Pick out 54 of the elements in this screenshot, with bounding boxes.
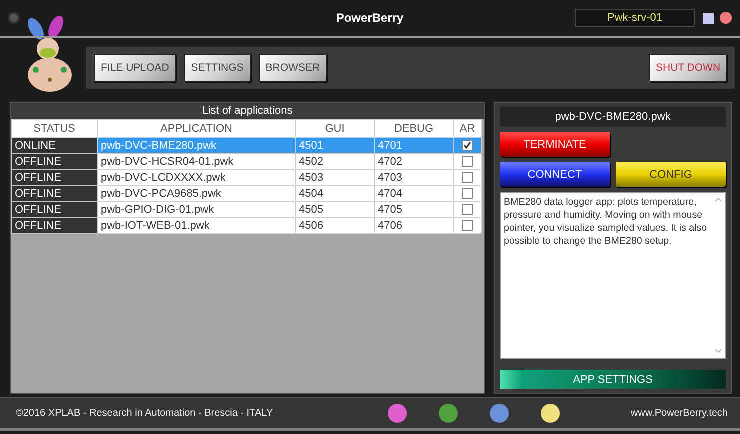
panel-title: List of applications (202, 105, 293, 117)
window-dot-icon (8, 12, 20, 24)
column-header: DEBUG (374, 120, 454, 138)
debug-port-cell: 4706 (374, 218, 454, 234)
action-button[interactable]: CONNECT (500, 162, 610, 187)
checkbox[interactable] (462, 220, 473, 232)
window-title: PowerBerry (336, 11, 404, 25)
status-cell: OFFLINE (12, 170, 98, 186)
column-header: STATUS (12, 120, 98, 138)
debug-port-cell: 4704 (374, 186, 454, 202)
application-cell[interactable]: pwb-DVC-HCSR04-01.pwk (98, 154, 296, 170)
application-cell[interactable]: pwb-DVC-LCDXXXX.pwk (98, 170, 296, 186)
shut-down-button[interactable]: SHUT DOWN (649, 54, 727, 82)
gui-port-cell: 4506 (296, 218, 374, 234)
gui-port-cell: 4502 (296, 154, 374, 170)
checkbox[interactable] (462, 204, 473, 216)
debug-port-cell: 4701 (374, 138, 454, 154)
gui-port-cell: 4505 (296, 202, 374, 218)
column-header: GUI (296, 120, 374, 138)
debug-port-cell: 4703 (374, 170, 454, 186)
status-cell: OFFLINE (12, 202, 98, 218)
status-cell: OFFLINE (12, 186, 98, 202)
checkbox[interactable] (462, 140, 473, 152)
selected-filename: pwb-DVC-BME280.pwk (500, 107, 726, 127)
scroll-up-icon[interactable] (714, 198, 722, 202)
debug-port-cell: 4705 (374, 202, 454, 218)
checkbox[interactable] (462, 188, 473, 200)
gui-port-cell: 4504 (296, 186, 374, 202)
description-box[interactable]: BME280 data logger app: plots temperature, pressure and humidity. Moving on with mouse pointer, you visualize sampled values. It is also possible to change the BME280 setup. (500, 192, 726, 359)
action-button[interactable]: CONFIG (616, 162, 726, 187)
gui-port-cell: 4501 (296, 138, 374, 154)
status-cell: ONLINE (12, 138, 98, 154)
status-cell: OFFLINE (12, 154, 98, 170)
toolbar-button[interactable]: BROWSER (258, 54, 328, 82)
gui-port-cell: 4503 (296, 170, 374, 186)
copyright-text: ©2016 XPLAB - Research in Automation - Brescia - ITALY (16, 408, 274, 418)
checkbox[interactable] (462, 156, 473, 168)
application-cell[interactable]: pwb-DVC-PCA9685.pwk (98, 186, 296, 202)
terminate-button[interactable]: TERMINATE (500, 132, 610, 157)
scroll-down-icon[interactable] (714, 349, 722, 353)
maximize-icon[interactable] (703, 12, 714, 24)
column-header: AR (454, 120, 482, 138)
debug-port-cell: 4702 (374, 154, 454, 170)
application-cell[interactable]: pwb-GPIO-DIG-01.pwk (98, 202, 296, 218)
website-link[interactable]: www.PowerBerry.tech (630, 408, 728, 418)
column-header: APPLICATION (98, 120, 296, 138)
close-icon[interactable] (720, 12, 732, 24)
server-name: Pwk-srv-01 (575, 9, 695, 27)
status-cell: OFFLINE (12, 218, 98, 234)
checkbox[interactable] (462, 172, 473, 184)
application-cell[interactable]: pwb-IOT-WEB-01.pwk (98, 218, 296, 234)
toolbar-button[interactable]: FILE UPLOAD (94, 54, 176, 82)
app-settings-button[interactable]: APP SETTINGS (500, 370, 726, 389)
toolbar-button[interactable]: SETTINGS (184, 54, 251, 82)
